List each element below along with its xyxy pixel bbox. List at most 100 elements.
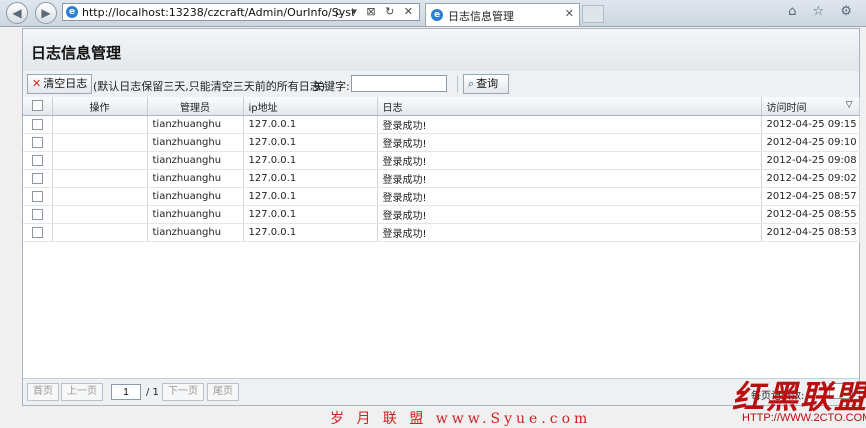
row-select-cell	[23, 205, 53, 224]
clear-log-label: 清空日志	[43, 77, 88, 90]
keyword-input[interactable]	[351, 75, 447, 92]
row-checkbox[interactable]	[31, 172, 43, 184]
toolbar-separator	[457, 76, 458, 92]
ip-cell: 127.0.0.1	[243, 187, 378, 206]
time-cell: 2012-04-25 09:08	[761, 151, 860, 170]
action-cell	[52, 169, 148, 188]
row-checkbox[interactable]	[31, 154, 43, 166]
row-checkbox[interactable]	[31, 226, 43, 238]
watermark-bottom: 岁 月 联 盟 www.Syue.com	[330, 411, 592, 427]
log-cell: 登录成功!	[377, 115, 762, 134]
last-page-button[interactable]: 尾页	[207, 383, 239, 401]
log-cell: 登录成功!	[377, 187, 762, 206]
page-title: 日志信息管理	[31, 44, 122, 62]
address-tools-icons[interactable]: ρ ▾ ⊠ ↻ ✕	[335, 5, 416, 18]
admin-cell: tianzhuanghu	[147, 187, 244, 206]
first-page-button[interactable]: 首页	[27, 383, 59, 401]
log-cell: 登录成功!	[377, 133, 762, 152]
log-cell: 登录成功!	[377, 169, 762, 188]
action-cell	[52, 151, 148, 170]
row-checkbox[interactable]	[31, 136, 43, 148]
row-select-cell	[23, 169, 53, 188]
action-cell	[52, 223, 148, 242]
admin-cell: tianzhuanghu	[147, 151, 244, 170]
column-header-log[interactable]: 日志	[377, 97, 762, 116]
row-select-cell	[23, 151, 53, 170]
table-row[interactable]: tianzhuanghu 127.0.0.1 登录成功! 2012-04-25 09:…	[23, 115, 860, 134]
table-row[interactable]: tianzhuanghu 127.0.0.1 登录成功! 2012-04-25 09:…	[23, 151, 860, 170]
back-button[interactable]: ◀	[6, 2, 28, 24]
page-total: / 1	[146, 387, 159, 398]
search-icon: ⌕	[468, 77, 475, 90]
address-url[interactable]: http://localhost:13238/czcraft/Admin/Our…	[82, 6, 354, 19]
log-cell: 登录成功!	[377, 205, 762, 224]
next-page-button[interactable]: 下一页	[162, 383, 204, 401]
row-checkbox[interactable]	[31, 190, 43, 202]
column-header-admin[interactable]: 管理员	[147, 97, 244, 116]
tab-ie-icon: e	[431, 9, 443, 21]
log-grid: 操作 管理员 ip地址 日志 访问时间 ▽ tianzhuanghu 127.0.0…	[23, 97, 860, 242]
row-select-cell	[23, 133, 53, 152]
column-header-time[interactable]: 访问时间 ▽	[761, 97, 860, 116]
browser-tab[interactable]: e 日志信息管理 ✕	[425, 3, 580, 26]
row-checkbox[interactable]	[31, 208, 43, 220]
browser-chrome: ◀ ▶ e http://localhost:13238/czcraft/Adm…	[0, 0, 866, 27]
column-header-ip[interactable]: ip地址	[243, 97, 378, 116]
keyword-label: 关键字:	[313, 80, 350, 93]
time-cell: 2012-04-25 09:10	[761, 133, 860, 152]
log-cell: 登录成功!	[377, 151, 762, 170]
time-cell: 2012-04-25 09:02	[761, 169, 860, 188]
delete-x-icon: ✕	[32, 77, 42, 90]
clear-log-note: (默认日志保留三天,只能清空三天前的所有日志)	[93, 80, 326, 93]
search-button[interactable]: ⌕ 查询	[463, 74, 509, 94]
ip-cell: 127.0.0.1	[243, 169, 378, 188]
select-all-checkbox[interactable]	[31, 100, 43, 112]
log-cell: 登录成功!	[377, 223, 762, 242]
table-row[interactable]: tianzhuanghu 127.0.0.1 登录成功! 2012-04-25 09:…	[23, 133, 860, 152]
toolbar: ✕ 清空日志 (默认日志保留三天,只能清空三天前的所有日志) 关键字: ⌕ 查询	[23, 71, 859, 98]
search-label: 查询	[476, 77, 499, 90]
browser-tool-icons[interactable]: ⌂ ☆ ⚙	[788, 4, 858, 19]
admin-cell: tianzhuanghu	[147, 133, 244, 152]
ip-cell: 127.0.0.1	[243, 115, 378, 134]
table-row[interactable]: tianzhuanghu 127.0.0.1 登录成功! 2012-04-25 08:…	[23, 205, 860, 224]
table-row[interactable]: tianzhuanghu 127.0.0.1 登录成功! 2012-04-25 08:…	[23, 187, 860, 206]
table-row[interactable]: tianzhuanghu 127.0.0.1 登录成功! 2012-04-25 09:…	[23, 169, 860, 188]
admin-cell: tianzhuanghu	[147, 169, 244, 188]
admin-cell: tianzhuanghu	[147, 205, 244, 224]
tab-title: 日志信息管理	[448, 10, 514, 23]
row-select-cell	[23, 115, 53, 134]
page-header: 日志信息管理	[23, 29, 859, 71]
forward-button[interactable]: ▶	[35, 2, 57, 24]
log-management-page: 日志信息管理 ✕ 清空日志 (默认日志保留三天,只能清空三天前的所有日志) 关键字…	[22, 28, 860, 406]
ip-cell: 127.0.0.1	[243, 133, 378, 152]
row-select-cell	[23, 223, 53, 242]
action-cell	[52, 115, 148, 134]
time-cell: 2012-04-25 08:53	[761, 223, 860, 242]
table-row[interactable]: tianzhuanghu 127.0.0.1 登录成功! 2012-04-25 08:…	[23, 223, 860, 242]
prev-page-button[interactable]: 上一页	[61, 383, 103, 401]
sort-down-icon[interactable]: ▽	[846, 100, 853, 110]
ip-cell: 127.0.0.1	[243, 205, 378, 224]
admin-cell: tianzhuanghu	[147, 223, 244, 242]
time-cell: 2012-04-25 09:15	[761, 115, 860, 134]
row-checkbox[interactable]	[31, 118, 43, 130]
admin-cell: tianzhuanghu	[147, 115, 244, 134]
address-bar[interactable]: e http://localhost:13238/czcraft/Admin/O…	[62, 3, 420, 21]
row-select-cell	[23, 187, 53, 206]
column-header-action[interactable]: 操作	[52, 97, 148, 116]
new-tab-button[interactable]	[582, 5, 604, 23]
page-number-input[interactable]	[111, 384, 141, 400]
clear-log-button[interactable]: ✕ 清空日志	[27, 74, 93, 94]
select-all-cell	[23, 97, 53, 116]
ip-cell: 127.0.0.1	[243, 223, 378, 242]
time-cell: 2012-04-25 08:55	[761, 205, 860, 224]
ie-icon: e	[66, 6, 78, 18]
column-header-time-label: 访问时间	[766, 102, 807, 114]
ip-cell: 127.0.0.1	[243, 151, 378, 170]
time-cell: 2012-04-25 08:57	[761, 187, 860, 206]
action-cell	[52, 133, 148, 152]
action-cell	[52, 205, 148, 224]
grid-header-row: 操作 管理员 ip地址 日志 访问时间 ▽	[23, 97, 860, 116]
tab-close-icon[interactable]: ✕	[565, 7, 574, 20]
